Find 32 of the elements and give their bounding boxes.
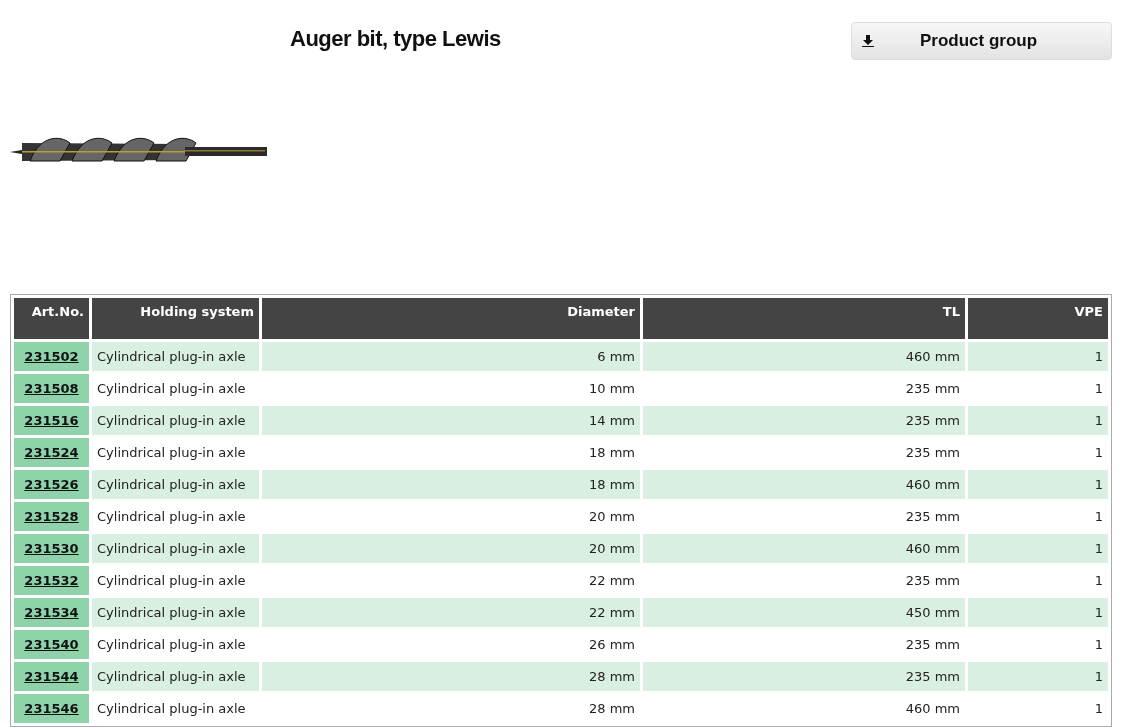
column-header: Art.No. — [14, 298, 89, 339]
product-group-button[interactable]: Product group — [851, 22, 1112, 60]
column-header: Diameter — [262, 298, 640, 339]
table-cell: 460 mm — [643, 534, 965, 563]
table-cell: 450 mm — [643, 598, 965, 627]
table-cell: 1 — [968, 470, 1108, 499]
table-cell: 1 — [968, 406, 1108, 435]
column-header: TL — [643, 298, 965, 339]
table-cell: 1 — [968, 342, 1108, 371]
table-cell: 235 mm — [643, 662, 965, 691]
download-icon — [862, 35, 874, 47]
column-header: Holding system — [92, 298, 259, 339]
table-cell: Cylindrical plug-in axle — [92, 598, 259, 627]
table-cell: Cylindrical plug-in axle — [92, 342, 259, 371]
table-cell: Cylindrical plug-in axle — [92, 406, 259, 435]
table-cell: 6 mm — [262, 342, 640, 371]
table-cell: 18 mm — [262, 470, 640, 499]
table-cell: 235 mm — [643, 406, 965, 435]
table-cell: 460 mm — [643, 342, 965, 371]
table-cell: 14 mm — [262, 406, 640, 435]
table-cell: 1 — [968, 598, 1108, 627]
column-header: VPE — [968, 298, 1108, 339]
table-cell: 20 mm — [262, 534, 640, 563]
table-cell: 22 mm — [262, 598, 640, 627]
page-title: Auger bit, type Lewis — [290, 26, 501, 52]
table-cell: 1 — [968, 534, 1108, 563]
table-cell: 460 mm — [643, 470, 965, 499]
table-cell: Cylindrical plug-in axle — [92, 534, 259, 563]
table-cell: 1 — [968, 662, 1108, 691]
table-cell: Cylindrical plug-in axle — [92, 470, 259, 499]
table-cell: 28 mm — [262, 662, 640, 691]
table-cell: Cylindrical plug-in axle — [92, 662, 259, 691]
